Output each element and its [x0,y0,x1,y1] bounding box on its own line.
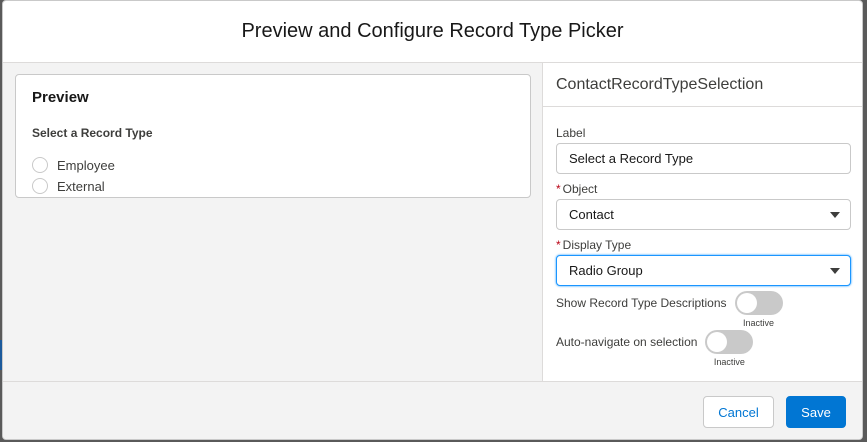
save-button[interactable]: Save [786,396,846,428]
toggle-knob [736,293,757,313]
show-descriptions-row: Show Record Type Descriptions Inactive [556,291,783,328]
label-input[interactable]: Select a Record Type [556,143,851,174]
show-descriptions-toggle[interactable]: Inactive [734,291,783,328]
toggle-track[interactable] [705,330,754,354]
auto-navigate-row: Auto-navigate on selection Inactive [556,330,754,367]
modal-body: Preview Select a Record Type Employee Ex… [3,63,862,381]
toggle-state-text: Inactive [713,357,745,367]
display-type-select[interactable]: Radio Group [556,255,851,286]
modal-title: Preview and Configure Record Type Picker [241,20,624,42]
chevron-down-icon [830,212,840,218]
object-select[interactable]: Contact [556,199,851,230]
object-label-text: Object [562,182,598,196]
show-descriptions-label: Show Record Type Descriptions [556,296,727,310]
auto-navigate-label: Auto-navigate on selection [556,335,698,349]
record-type-picker-modal: Preview and Configure Record Type Picker… [2,0,863,440]
record-type-picker-label: Select a Record Type [32,126,153,140]
radio-label: Employee [57,157,115,173]
preview-title: Preview [32,89,89,106]
auto-navigate-toggle[interactable]: Inactive [705,330,754,367]
object-select-value: Contact [569,207,614,222]
preview-card: Preview Select a Record Type Employee Ex… [15,74,531,198]
toggle-state-text: Inactive [743,318,775,328]
object-field-label: * Object [556,182,597,196]
radio-button[interactable] [32,178,48,194]
cancel-button[interactable]: Cancel [703,396,774,428]
config-panel: ContactRecordTypeSelection Label Select … [542,63,862,381]
radio-button[interactable] [32,157,48,173]
chevron-down-icon [830,268,840,274]
display-type-select-value: Radio Group [569,263,643,278]
display-type-field-label: * Display Type [556,238,631,252]
label-field-label: Label [556,126,586,140]
modal-header: Preview and Configure Record Type Picker [3,1,862,63]
toggle-track[interactable] [734,291,783,315]
required-marker: * [556,238,561,252]
radio-label: External [57,178,105,194]
toggle-knob [707,332,728,352]
required-marker: * [556,182,561,196]
radio-option-external[interactable]: External [32,178,105,194]
display-type-label-text: Display Type [562,238,632,252]
radio-option-employee[interactable]: Employee [32,157,115,173]
modal-footer: Cancel Save [3,381,862,439]
component-name: ContactRecordTypeSelection [543,63,862,107]
